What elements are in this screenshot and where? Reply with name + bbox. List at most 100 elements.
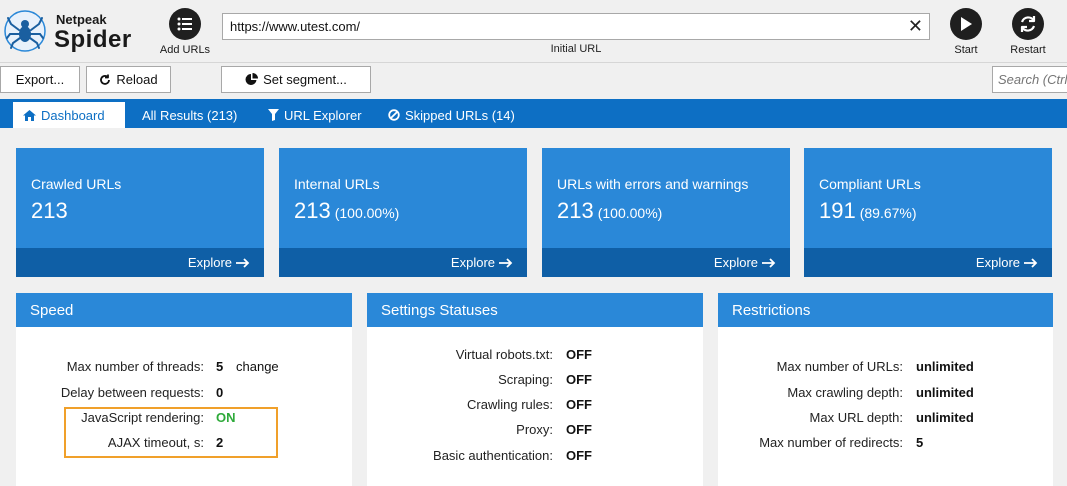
change-threads-link[interactable]: change (236, 359, 279, 374)
row-key: Max number of URLs: (776, 359, 903, 374)
tab-all-results-label: All Results (213) (142, 107, 238, 123)
start-button[interactable]: Start (946, 8, 986, 56)
restrictions-panel: Restrictions Max number of URLs: unlimit… (718, 293, 1053, 486)
speed-panel-title: Speed (16, 293, 352, 327)
explore-label: Explore (975, 255, 1020, 270)
spider-logo-icon (4, 10, 46, 52)
js-rendering-highlight (64, 407, 278, 458)
card-value-percent: (89.67%) (859, 205, 917, 221)
card-compliant-urls[interactable]: Compliant URLs 191 (89.67%) Explore (804, 148, 1052, 277)
explore-label: Explore (450, 255, 495, 270)
row-value: unlimited (916, 359, 974, 374)
start-label: Start (954, 44, 978, 56)
search-field[interactable] (992, 66, 1067, 93)
add-urls-label: Add URLs (159, 44, 211, 56)
reload-button[interactable]: Reload (86, 66, 171, 93)
card-value-number: 213 (294, 198, 331, 223)
initial-url-field[interactable]: ✕ (222, 13, 930, 40)
set-segment-button[interactable]: Set segment... (221, 66, 371, 93)
card-value: 213 (31, 198, 68, 224)
dashboard-content: Crawled URLs 213 Explore Internal URLs 2… (0, 128, 1067, 486)
export-button[interactable]: Export... (0, 66, 80, 93)
card-title: Compliant URLs (819, 176, 921, 192)
arrow-right-icon (1024, 257, 1038, 268)
card-explore-link[interactable]: Explore (279, 248, 527, 277)
card-crawled-urls[interactable]: Crawled URLs 213 Explore (16, 148, 264, 277)
initial-url-input[interactable] (230, 19, 890, 34)
row-key: Max URL depth: (809, 410, 903, 425)
card-title: Internal URLs (294, 176, 380, 192)
row-key: Virtual robots.txt: (455, 347, 553, 362)
row-value: unlimited (916, 410, 974, 425)
clear-url-icon[interactable]: ✕ (908, 17, 923, 35)
card-explore-link[interactable]: Explore (542, 248, 790, 277)
tab-all-results[interactable]: All Results (213) (142, 102, 237, 128)
explore-label: Explore (187, 255, 232, 270)
row-key: Proxy: (516, 422, 553, 437)
card-value: 213 (100.00%) (294, 198, 399, 224)
arrow-right-icon (236, 257, 250, 268)
main-toolbar: Netpeak Spider Add URLs ✕ Initial URL St… (0, 0, 1067, 62)
card-explore-link[interactable]: Explore (16, 248, 264, 277)
export-label: Export... (15, 72, 65, 87)
card-value-number: 191 (819, 198, 856, 223)
filter-icon (268, 109, 279, 121)
tab-url-explorer[interactable]: URL Explorer (268, 102, 362, 128)
card-value-number: 213 (31, 198, 68, 223)
row-key: Crawling rules: (467, 397, 553, 412)
action-bar: Export... Reload Set segment... (0, 62, 1067, 96)
card-value: 191 (89.67%) (819, 198, 917, 224)
row-key: Max number of threads: (66, 359, 204, 374)
card-title: Crawled URLs (31, 176, 122, 192)
arrow-right-icon (762, 257, 776, 268)
row-key: Basic authentication: (433, 448, 553, 463)
row-value: unlimited (916, 385, 974, 400)
initial-url-caption: Initial URL (550, 43, 602, 55)
home-icon (23, 109, 36, 121)
row-key: Scraping: (498, 372, 553, 387)
tab-dashboard-label: Dashboard (41, 107, 105, 123)
arrow-right-icon (499, 257, 513, 268)
reload-icon (100, 74, 111, 85)
add-urls-button[interactable]: Add URLs (158, 8, 212, 56)
app-logo: Netpeak Spider (4, 6, 154, 56)
reload-label: Reload (116, 72, 158, 87)
restart-label: Restart (1010, 44, 1046, 56)
settings-panel-title: Settings Statuses (367, 293, 703, 327)
row-key: Delay between requests: (60, 385, 204, 400)
tab-skipped-urls[interactable]: Skipped URLs (14) (388, 102, 515, 128)
row-value: 5 (216, 359, 224, 374)
pie-chart-icon (245, 73, 259, 85)
card-value-number: 213 (557, 198, 594, 223)
row-value: 0 (216, 385, 224, 400)
card-internal-urls[interactable]: Internal URLs 213 (100.00%) Explore (279, 148, 527, 277)
row-value: OFF (566, 372, 592, 387)
card-value-percent: (100.00%) (597, 205, 663, 221)
row-value: OFF (566, 347, 592, 362)
blocked-icon (388, 109, 400, 121)
card-value-percent: (100.00%) (334, 205, 400, 221)
set-segment-label: Set segment... (263, 72, 347, 87)
tab-url-explorer-label: URL Explorer (284, 107, 362, 123)
settings-statuses-panel: Settings Statuses Virtual robots.txt: OF… (367, 293, 703, 486)
play-icon (950, 8, 982, 40)
row-value: 5 (916, 435, 924, 450)
card-value: 213 (100.00%) (557, 198, 662, 224)
card-urls-with-errors[interactable]: URLs with errors and warnings 213 (100.00… (542, 148, 790, 277)
row-value: OFF (566, 448, 592, 463)
search-input[interactable] (998, 72, 1067, 87)
explore-label: Explore (713, 255, 758, 270)
card-explore-link[interactable]: Explore (804, 248, 1052, 277)
list-icon (169, 8, 201, 40)
row-key: Max crawling depth: (787, 385, 903, 400)
row-value: OFF (566, 397, 592, 412)
logo-text-big: Spider (54, 26, 132, 53)
row-key: Max number of redirects: (759, 435, 903, 450)
restart-icon (1012, 8, 1044, 40)
card-title: URLs with errors and warnings (557, 176, 749, 192)
row-value: OFF (566, 422, 592, 437)
tab-dashboard[interactable]: Dashboard (13, 102, 125, 128)
restrictions-panel-title: Restrictions (718, 293, 1053, 327)
tab-bar: Dashboard All Results (213) URL Explorer… (0, 99, 1067, 128)
restart-button[interactable]: Restart (1006, 8, 1050, 56)
